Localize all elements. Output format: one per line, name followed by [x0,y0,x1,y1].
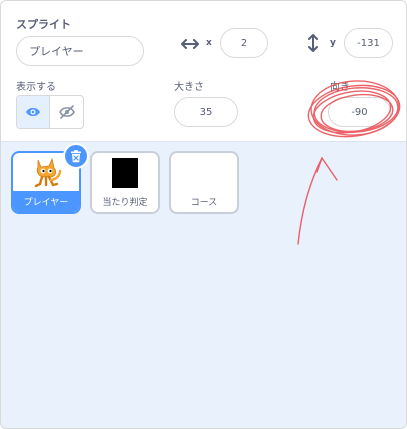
sprite-tile-hitbox[interactable]: 当たり判定 [90,151,160,214]
show-sprite-button[interactable] [17,96,51,128]
y-label: y [330,38,336,48]
direction-input[interactable]: -90 [328,97,391,127]
sprite-tile-label: プレイヤー [13,191,79,212]
delete-sprite-button[interactable] [63,143,89,169]
eye-slash-icon [58,105,75,119]
horizontal-arrow-icon [181,39,199,49]
trash-icon [71,149,81,162]
sprite-pane: スプライト プレイヤー x 2 y -131 表示する 大きさ 35 向き -9… [0,0,407,429]
x-position-input[interactable]: 2 [220,28,268,58]
sprite-tile-label: コース [190,198,218,208]
direction-label: 向き [330,82,350,93]
sprite-label: スプライト [16,18,71,31]
hide-sprite-button[interactable] [50,96,83,128]
eye-icon [26,107,40,117]
sprite-tile-label: 当たり判定 [102,198,148,208]
size-label: 大きさ [174,82,204,93]
sprite-info-panel: スプライト プレイヤー x 2 y -131 表示する 大きさ 35 向き -9… [1,1,406,142]
y-position-input[interactable]: -131 [344,28,393,58]
sprite-name-input[interactable]: プレイヤー [16,36,144,66]
black-square-thumbnail [112,158,138,188]
sprite-thumbnail [92,153,158,193]
x-label: x [206,38,212,48]
show-label: 表示する [16,82,56,93]
visibility-toggle [16,95,84,129]
size-input[interactable]: 35 [174,97,238,127]
sprite-tile-course[interactable]: コース [169,151,239,214]
sprite-thumbnail [171,153,237,193]
cat-sprite-icon [34,157,62,188]
vertical-arrow-icon [308,34,318,52]
